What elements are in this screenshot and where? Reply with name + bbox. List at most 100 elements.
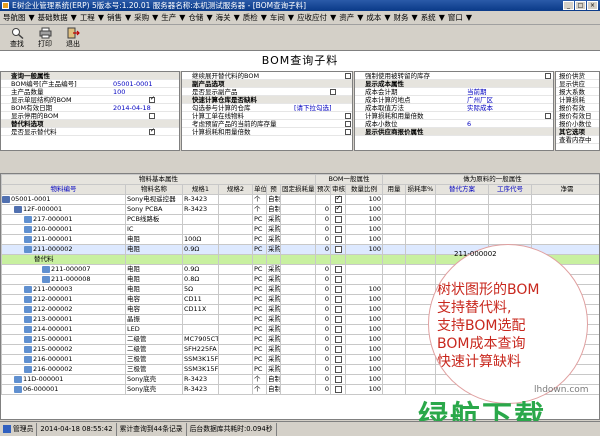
option-row[interactable]: 是否显示副产品 [182, 88, 352, 96]
option-checkbox[interactable] [545, 113, 551, 119]
approved-checkbox[interactable] [334, 355, 342, 363]
option-row[interactable]: 报价供货 [556, 72, 599, 80]
column-header[interactable]: 审核 [330, 184, 346, 195]
menu-item[interactable]: 采购 [131, 11, 152, 24]
table-row[interactable]: 05001-0001 Sony电视遥控器 R-3423 个自制 100 [1, 194, 599, 205]
option-row[interactable]: 勾选参与计算的仓库 [请下拉勾选] [182, 104, 352, 112]
column-header[interactable]: 损耗率% [405, 184, 437, 195]
menu-item[interactable]: 应收应付 [294, 11, 330, 24]
column-header[interactable]: 预次 [315, 184, 331, 195]
option-row[interactable]: 计算工单在线物料 [182, 112, 352, 120]
column-header[interactable]: 固定损耗量 [280, 184, 316, 195]
option-value[interactable]: 2014-04-18 [113, 104, 151, 112]
table-row[interactable]: 211-000001 电阻 100Ω PC 采购 0 100 [1, 234, 599, 245]
approved-checkbox[interactable] [334, 345, 342, 353]
option-row[interactable]: BOM有效日期 2014-04-18 [1, 104, 179, 112]
option-row[interactable]: 报大系数 [556, 88, 599, 96]
menu-item[interactable]: 仓储 [185, 11, 206, 24]
column-header[interactable]: 物料名称 [125, 184, 183, 195]
menu-item[interactable]: 质检 [240, 11, 261, 24]
column-header[interactable]: 单位 [252, 184, 267, 195]
approved-checkbox[interactable] [334, 335, 342, 343]
minimize-button[interactable]: _ [563, 1, 574, 10]
option-value[interactable]: 实际成本 [467, 104, 493, 112]
approved-checkbox[interactable] [334, 315, 342, 323]
option-row[interactable]: 查看内存中 [556, 136, 599, 144]
option-checkbox[interactable] [345, 73, 351, 79]
approved-checkbox[interactable] [334, 365, 342, 373]
approved-checkbox[interactable] [334, 215, 342, 223]
option-row[interactable]: 强制使用被转留的库存 [355, 72, 553, 80]
approved-checkbox[interactable] [334, 305, 342, 313]
menu-item[interactable]: 资产 [336, 11, 357, 24]
menu-item[interactable]: 财务 [391, 11, 412, 24]
option-checkbox[interactable] [345, 121, 351, 127]
approved-checkbox[interactable] [334, 195, 342, 203]
menu-item[interactable]: 系统 [418, 11, 439, 24]
table-row[interactable]: 217-000001 PCB线路板 PC 采购 0 100 [1, 214, 599, 225]
option-value[interactable]: 广州厂区 [467, 96, 493, 104]
option-row[interactable]: 继续展开替代料的BOM [182, 72, 352, 80]
approved-checkbox[interactable] [334, 245, 342, 253]
option-row[interactable]: 报价小数位 [556, 120, 599, 128]
menu-item[interactable]: 导航图 [0, 11, 29, 24]
option-checkbox[interactable] [345, 113, 351, 119]
option-checkbox[interactable] [149, 127, 155, 135]
option-value[interactable]: 6 [467, 120, 471, 128]
menu-item[interactable]: 窗口 [445, 11, 466, 24]
option-row[interactable]: 成本小数位 6 [355, 120, 553, 128]
approved-checkbox[interactable] [334, 265, 342, 273]
menu-item[interactable]: 海关 [213, 11, 234, 24]
option-row[interactable]: 报价有效 [556, 104, 599, 112]
menu-item[interactable]: 基础数据 [35, 11, 71, 24]
option-row[interactable]: 成本取值方法 实际成本 [355, 104, 553, 112]
column-header[interactable]: 替代方案 [435, 184, 490, 195]
option-checkbox[interactable] [330, 89, 336, 95]
option-row[interactable]: 计算损耗 [556, 96, 599, 104]
option-row[interactable]: 成本会计期 当前期 [355, 88, 553, 96]
option-checkbox[interactable] [149, 113, 155, 119]
approved-checkbox[interactable] [334, 375, 342, 383]
table-row[interactable]: 12F-000001 Sony PCBA R-3423 个自制 0 100 [1, 204, 599, 215]
menu-item[interactable]: 车间 [267, 11, 288, 24]
column-header[interactable]: 规格1 [182, 184, 219, 195]
maximize-button[interactable]: □ [575, 1, 586, 10]
menu-item[interactable]: 销售 [104, 11, 125, 24]
option-row[interactable]: 计算损耗和用量倍数 [182, 128, 352, 136]
table-row[interactable]: 210-000001 IC PC 采购 0 100 [1, 224, 599, 235]
column-header[interactable]: 数量比例 [344, 184, 384, 195]
menu-item[interactable]: 工程 [77, 11, 98, 24]
approved-checkbox[interactable] [334, 325, 342, 333]
column-header[interactable]: 净需 [531, 184, 599, 195]
approved-checkbox[interactable] [334, 385, 342, 393]
approved-checkbox[interactable] [334, 275, 342, 283]
option-row[interactable]: 报价有效日 [556, 112, 599, 120]
column-header[interactable]: 物料编号 [1, 184, 126, 195]
option-row[interactable]: 计算损耗和用量倍数 [355, 112, 553, 120]
option-row[interactable]: 显示单层结构的BOM [1, 95, 179, 104]
exit-button[interactable]: 退出 [60, 25, 86, 51]
option-row[interactable]: 考虑预留产品的当前的库存量 [182, 120, 352, 128]
approved-checkbox[interactable] [334, 225, 342, 233]
column-header[interactable]: 工序代号 [488, 184, 533, 195]
option-checkbox[interactable] [345, 129, 351, 135]
print-button[interactable]: 打印 [32, 25, 58, 51]
column-header[interactable]: 预 [266, 184, 281, 195]
close-button[interactable]: × [587, 1, 598, 10]
option-row[interactable]: 显示停用的BOM [1, 112, 179, 120]
option-row[interactable]: 成本计算的地点 广州厂区 [355, 96, 553, 104]
option-value[interactable]: 05001-0001 [113, 80, 153, 88]
approved-checkbox[interactable] [334, 235, 342, 243]
column-header[interactable]: 规格2 [218, 184, 253, 195]
option-row[interactable]: 是否显示替代料 [1, 127, 179, 136]
approved-checkbox[interactable] [334, 205, 342, 213]
column-header[interactable]: 用量 [382, 184, 407, 195]
option-row[interactable]: 显示供应 [556, 80, 599, 88]
menu-item[interactable]: 成本 [363, 11, 384, 24]
option-value[interactable]: 当前期 [467, 88, 487, 96]
option-row[interactable]: BOM编号[产主品编号] 05001-0001 [1, 80, 179, 88]
menu-item[interactable]: 生产 [158, 11, 179, 24]
approved-checkbox[interactable] [334, 295, 342, 303]
approved-checkbox[interactable] [334, 285, 342, 293]
option-value[interactable]: [请下拉勾选] [294, 104, 332, 112]
